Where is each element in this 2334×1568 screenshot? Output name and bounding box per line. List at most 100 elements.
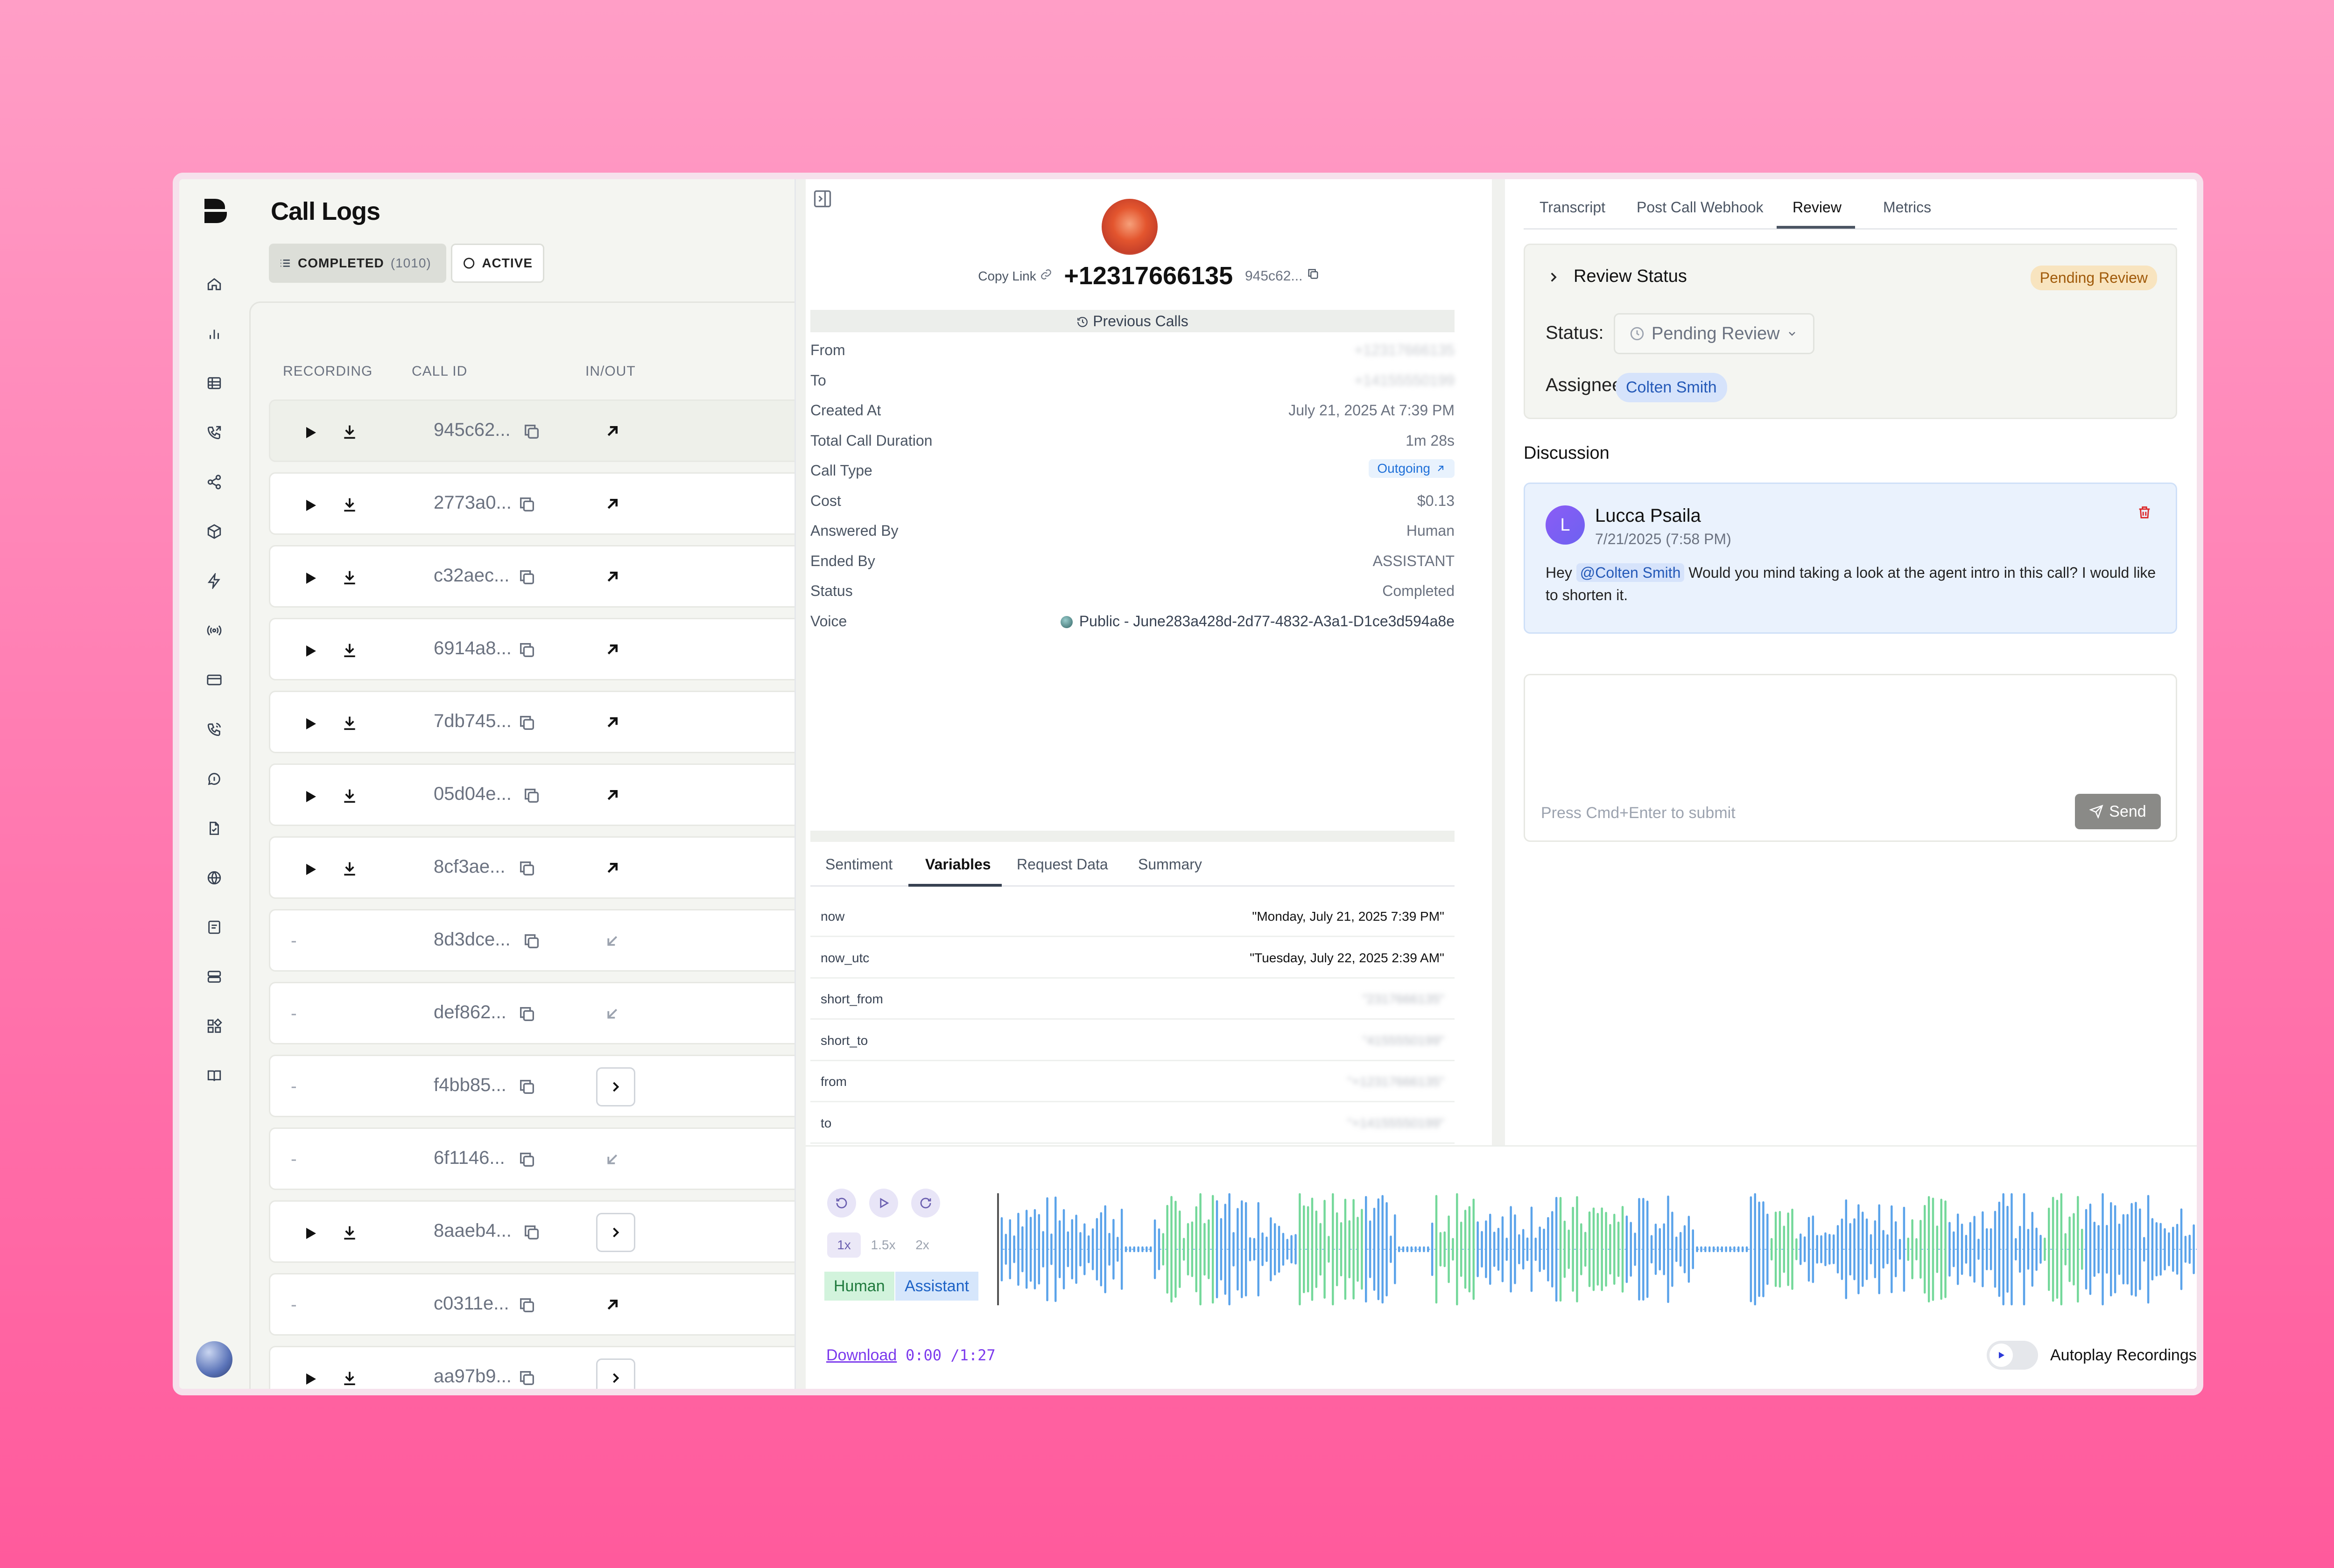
tab-summary[interactable]: Summary [1138, 856, 1202, 873]
download-icon[interactable] [340, 1369, 359, 1387]
copy-icon[interactable] [518, 495, 536, 514]
phone-call-icon[interactable] [204, 719, 225, 740]
copy-icon[interactable] [518, 1005, 536, 1023]
copy-icon[interactable] [522, 1223, 541, 1242]
play-icon[interactable] [302, 715, 319, 732]
waveform[interactable] [997, 1189, 2203, 1310]
filter-active-button[interactable]: ACTIVE [451, 244, 544, 283]
review-status-heading[interactable]: Review Status [1574, 266, 1687, 287]
table-row[interactable]: 7db745... [269, 691, 794, 753]
download-link[interactable]: Download [826, 1346, 897, 1365]
copy-icon[interactable] [522, 786, 541, 805]
phone-outgoing-icon[interactable] [204, 422, 225, 443]
table-icon[interactable] [204, 372, 225, 394]
table-row[interactable]: - def862... [269, 982, 794, 1044]
credit-card-icon[interactable] [204, 669, 225, 691]
copy-icon[interactable] [518, 1369, 536, 1387]
logo-icon[interactable] [203, 197, 229, 226]
copy-icon[interactable] [522, 932, 541, 951]
tab-transcript[interactable]: Transcript [1540, 199, 1605, 216]
call-short-id[interactable]: 945c62... [1245, 268, 1320, 284]
copy-icon[interactable] [518, 859, 536, 878]
table-row[interactable]: 945c62... [269, 399, 794, 462]
download-icon[interactable] [340, 641, 359, 659]
table-row[interactable]: 6914a8... [269, 618, 794, 680]
analytics-icon[interactable] [204, 323, 225, 344]
status-select[interactable]: Pending Review [1614, 313, 1814, 354]
copy-icon[interactable] [518, 1078, 536, 1096]
speed-2x-button[interactable]: 2x [906, 1232, 939, 1258]
table-row[interactable]: 2773a0... [269, 472, 794, 535]
table-row[interactable]: - 8d3dce... [269, 909, 794, 972]
assignee-chip[interactable]: Colten Smith [1616, 373, 1727, 402]
reply-box[interactable]: Press Cmd+Enter to submit Send [1524, 674, 2177, 842]
lightning-icon[interactable] [204, 570, 225, 592]
expand-row-button[interactable] [596, 1358, 635, 1389]
download-icon[interactable] [340, 786, 359, 805]
table-row[interactable]: aa97b9... [269, 1346, 794, 1389]
book-icon[interactable] [204, 1065, 225, 1086]
send-button[interactable]: Send [2075, 794, 2161, 829]
copy-icon[interactable] [518, 714, 536, 732]
user-avatar[interactable] [196, 1341, 232, 1378]
play-icon[interactable] [302, 424, 319, 441]
chat-voice-icon[interactable] [204, 768, 225, 790]
document-icon[interactable] [204, 917, 225, 938]
home-icon[interactable] [204, 273, 225, 295]
copy-icon[interactable] [518, 1150, 536, 1169]
download-icon[interactable] [340, 859, 359, 878]
forward-icon[interactable] [911, 1189, 940, 1218]
collapse-panel-icon[interactable] [812, 189, 833, 211]
copy-icon[interactable] [518, 641, 536, 659]
table-row[interactable]: 8aaeb4... [269, 1200, 794, 1263]
file-check-icon[interactable] [204, 818, 225, 839]
table-row[interactable]: - f4bb85... [269, 1055, 794, 1117]
integrations-icon[interactable] [204, 1015, 225, 1037]
play-icon[interactable] [302, 570, 319, 587]
expand-row-button[interactable] [596, 1067, 635, 1106]
panel-divider[interactable] [794, 179, 806, 1389]
table-row[interactable]: - c0311e... [269, 1273, 794, 1336]
panel-divider-2[interactable] [1492, 179, 1505, 1145]
tab-review[interactable]: Review [1793, 199, 1842, 216]
comment-mention[interactable]: @Colten Smith [1576, 563, 1685, 582]
download-icon[interactable] [340, 568, 359, 587]
column-header-recording[interactable]: RECORDING [283, 364, 373, 379]
copy-icon[interactable] [518, 1296, 536, 1315]
tab-request-data[interactable]: Request Data [1017, 856, 1108, 873]
broadcast-icon[interactable] [204, 620, 225, 641]
globe-icon[interactable] [204, 867, 225, 889]
column-header-call-id[interactable]: CALL ID [412, 364, 467, 379]
resize-handle[interactable] [810, 831, 1455, 842]
tab-post-call-webhook[interactable]: Post Call Webhook [1637, 199, 1764, 216]
copy-icon[interactable] [522, 422, 541, 441]
speed-1x-button[interactable]: 1x [827, 1232, 861, 1258]
play-icon[interactable] [302, 1225, 319, 1242]
previous-calls-button[interactable]: Previous Calls [810, 310, 1455, 332]
play-icon[interactable] [302, 861, 319, 878]
filter-completed-button[interactable]: COMPLETED (1010) [269, 244, 446, 283]
tab-metrics[interactable]: Metrics [1883, 199, 1931, 216]
download-icon[interactable] [340, 1223, 359, 1242]
play-icon[interactable] [302, 1371, 319, 1387]
copy-icon[interactable] [1307, 267, 1320, 280]
autoplay-toggle[interactable] [1987, 1341, 2038, 1370]
trash-icon[interactable] [2137, 504, 2152, 523]
expand-row-button[interactable] [596, 1213, 635, 1252]
column-header-in-out[interactable]: IN/OUT [585, 364, 636, 379]
download-icon[interactable] [340, 422, 359, 441]
copy-icon[interactable] [518, 568, 536, 587]
speed-1-5x-button[interactable]: 1.5x [866, 1232, 900, 1258]
table-row[interactable]: - 6f1146... [269, 1127, 794, 1190]
chevron-right-icon[interactable] [1546, 269, 1561, 285]
box-icon[interactable] [204, 521, 225, 542]
play-icon[interactable] [302, 788, 319, 805]
server-icon[interactable] [204, 966, 225, 987]
table-row[interactable]: 8cf3ae... [269, 836, 794, 899]
share-icon[interactable] [204, 471, 225, 493]
play-icon[interactable] [302, 497, 319, 514]
download-icon[interactable] [340, 714, 359, 732]
tab-variables[interactable]: Variables [925, 856, 991, 873]
download-icon[interactable] [340, 495, 359, 514]
tab-sentiment[interactable]: Sentiment [825, 856, 893, 873]
